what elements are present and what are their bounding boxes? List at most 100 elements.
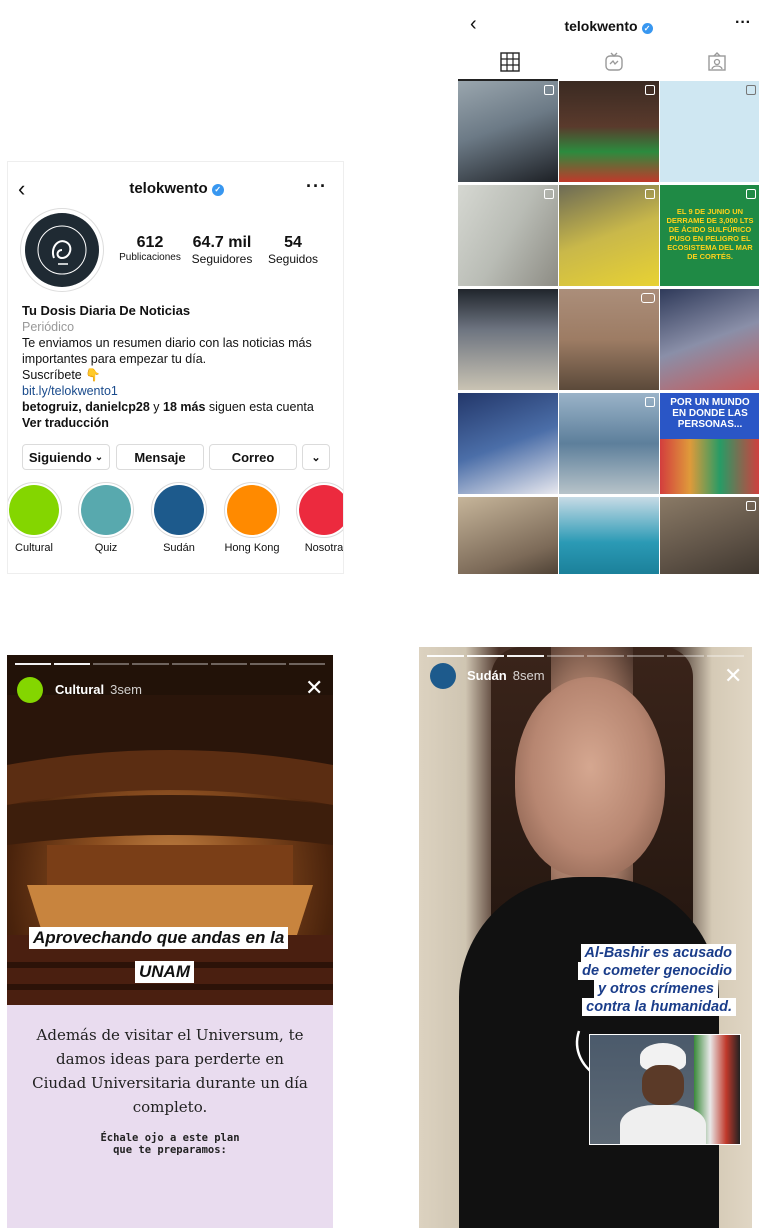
story-progress — [427, 655, 744, 657]
post-thumbnail[interactable] — [660, 81, 759, 182]
email-button[interactable]: Correo — [209, 444, 297, 470]
post-thumbnail[interactable] — [660, 497, 759, 574]
close-icon[interactable]: ✕ — [724, 663, 742, 689]
tagged-icon[interactable] — [707, 52, 727, 77]
multi-photo-icon — [544, 189, 554, 199]
post-thumbnail[interactable] — [559, 497, 659, 574]
followed-by-users: betogruiz, danielcp28 — [22, 400, 150, 414]
story-caption-line1: Al-Bashir es acusado — [580, 944, 736, 962]
stat-followers[interactable]: 64.7 mil Seguidores — [188, 234, 256, 266]
bio-subscribe: Suscríbete 👇 — [22, 368, 101, 382]
stat-followers-value: 64.7 mil — [192, 234, 252, 251]
robe-shape — [620, 1105, 706, 1144]
post-thumbnail[interactable]: El 9 de junio un derrame de 3,000 lts de… — [660, 185, 759, 286]
highlight-nosotra[interactable]: Nosotra — [294, 482, 343, 554]
highlight-label: Hong Kong — [224, 542, 280, 554]
bio-text: Te enviamos un resumen diario con las no… — [22, 336, 312, 366]
stat-following[interactable]: 54 Seguidos — [260, 234, 326, 266]
profile-name: Tu Dosis Diaria De Noticias — [22, 303, 191, 318]
avatar[interactable] — [20, 208, 104, 292]
story-caption-line2: UNAM — [135, 961, 194, 983]
grid-panel: ‹ telokwento ✓ ··· El 9 de junio un derra… — [458, 8, 759, 574]
stat-followers-label: Seguidores — [191, 252, 253, 266]
story-avatar[interactable] — [17, 677, 43, 703]
story-time: 3sem — [110, 682, 142, 697]
story-user[interactable]: Sudán 8sem — [467, 668, 545, 683]
stat-posts-value: 612 — [136, 234, 164, 251]
stat-posts[interactable]: 612 Publicaciones — [116, 234, 184, 263]
chevron-down-icon: ⌄ — [311, 451, 321, 464]
inset-photo — [589, 1034, 741, 1145]
post-thumbnail[interactable] — [559, 393, 659, 494]
followed-by[interactable]: betogruiz, danielcp28 y 18 más siguen es… — [22, 400, 314, 414]
progress-segment — [587, 655, 624, 657]
multi-photo-icon — [746, 85, 756, 95]
story-time: 8sem — [512, 668, 545, 683]
igtv-icon[interactable] — [604, 52, 624, 77]
stat-following-value: 54 — [284, 234, 302, 251]
followed-by-more: 18 más — [163, 400, 206, 414]
story-username: Sudán — [467, 668, 507, 683]
highlight-hong-kong[interactable]: Hong Kong — [222, 482, 282, 554]
highlight-quiz[interactable]: Quiz — [76, 482, 136, 554]
profile-username: telokwento — [129, 180, 208, 197]
multi-photo-icon — [746, 501, 756, 511]
highlight-ring — [224, 482, 280, 538]
profile-header: telokwento ✓ — [8, 180, 343, 197]
profile-link[interactable]: bit.ly/telokwento1 — [22, 384, 118, 398]
followed-by-suffix: siguen esta cuenta — [205, 400, 314, 414]
message-button[interactable]: Mensaje — [116, 444, 204, 470]
post-thumbnail[interactable]: Por un mundo en donde las personas... — [660, 393, 759, 494]
profile-panel: ‹ telokwento ✓ ··· 612 Publicaciones 64.7… — [7, 161, 344, 574]
highlight-cover — [299, 485, 343, 535]
profile-bio: Te enviamos un resumen diario con las no… — [22, 335, 337, 383]
see-translation-link[interactable]: Ver traducción — [22, 416, 109, 430]
face-shape — [642, 1065, 684, 1105]
post-thumbnail[interactable] — [559, 185, 659, 286]
progress-segment — [627, 655, 664, 657]
logo-icon — [25, 213, 99, 287]
progress-segment — [467, 655, 504, 657]
progress-segment — [707, 655, 744, 657]
progress-segment — [667, 655, 704, 657]
post-thumbnail[interactable] — [458, 497, 558, 574]
verified-badge-icon: ✓ — [641, 23, 653, 34]
story-sudan-panel: Sudán 8sem ✕ Al-Bashir es acusado de come… — [419, 647, 752, 1228]
chevron-down-icon: ⌄ — [94, 451, 104, 463]
post-thumbnail[interactable] — [458, 185, 558, 286]
more-options-icon[interactable]: ··· — [735, 14, 751, 32]
progress-segment — [93, 663, 130, 665]
stat-following-label: Seguidos — [267, 252, 319, 266]
story-image — [7, 695, 333, 1005]
highlight-cultural[interactable]: Cultural — [8, 482, 64, 554]
close-icon[interactable]: ✕ — [305, 675, 323, 701]
post-thumbnail[interactable] — [458, 393, 558, 494]
followed-by-joiner: y — [149, 400, 164, 414]
story-caption-line3: y otros crímenes — [593, 980, 718, 998]
progress-segment — [547, 655, 584, 657]
progress-segment — [132, 663, 169, 665]
post-thumbnail[interactable] — [458, 81, 558, 182]
highlight-label: Quiz — [94, 542, 118, 554]
story-user[interactable]: Cultural 3sem — [55, 682, 142, 697]
story-avatar[interactable] — [430, 663, 456, 689]
post-thumbnail[interactable] — [458, 289, 558, 390]
progress-segment — [249, 663, 286, 665]
post-thumbnail[interactable] — [559, 289, 659, 390]
story-username: Cultural — [55, 682, 105, 697]
highlight-label: Sudán — [163, 542, 195, 554]
more-options-icon[interactable]: ··· — [306, 176, 327, 197]
story-cultural-panel: Cultural 3sem ✕ Aprovechando que andas en… — [7, 655, 333, 1228]
following-button[interactable]: Siguiendo ⌄ — [22, 444, 110, 470]
grid-icon[interactable] — [500, 52, 520, 77]
post-thumbnail[interactable] — [559, 81, 659, 182]
highlight-sudan[interactable]: Sudán — [149, 482, 209, 554]
suggestions-toggle[interactable]: ⌄ — [302, 444, 330, 470]
progress-segment — [171, 663, 208, 665]
post-thumbnail[interactable] — [660, 289, 759, 390]
highlight-ring — [296, 482, 343, 538]
story-progress — [15, 663, 325, 665]
post-overlay-text: El 9 de junio un derrame de 3,000 lts de… — [666, 207, 754, 261]
post-art — [660, 439, 759, 494]
story-caption-line2: de cometer genocidio — [578, 962, 736, 980]
